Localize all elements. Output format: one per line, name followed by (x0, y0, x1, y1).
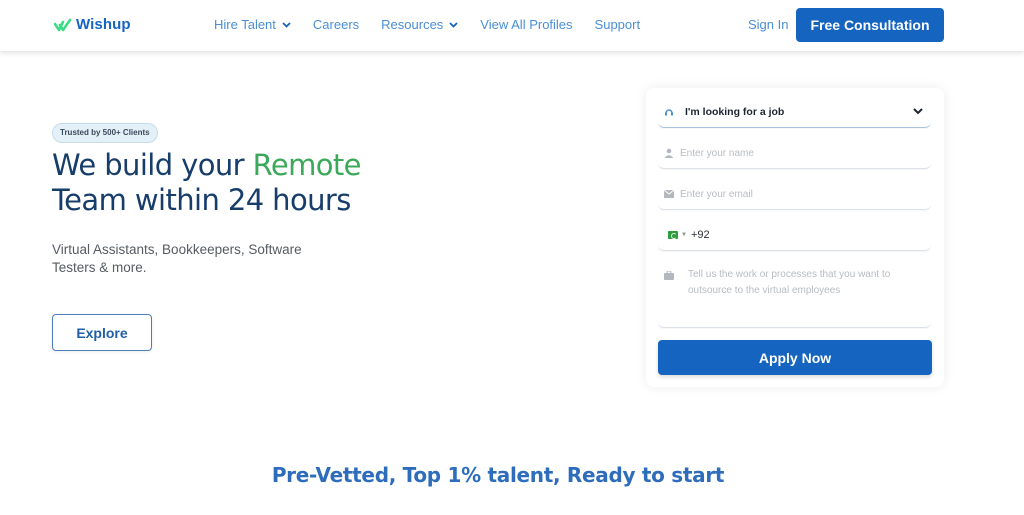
site-header: Wishup Hire Talent Careers Resources Vie… (0, 0, 1024, 51)
message-input[interactable] (688, 267, 928, 307)
headset-icon (663, 106, 675, 118)
country-flag-icon[interactable] (668, 231, 678, 239)
nav-support[interactable]: Support (595, 17, 641, 32)
section-title: Pre-Vetted, Top 1% talent, Ready to star… (271, 463, 725, 487)
hero-title-part2: Team within 24 hours (52, 183, 351, 217)
caret-down-icon[interactable]: ▼ (681, 232, 687, 238)
name-field[interactable] (658, 138, 931, 169)
apply-now-button[interactable]: Apply Now (658, 340, 932, 375)
nav-support-label: Support (594, 17, 641, 32)
name-input[interactable] (680, 147, 920, 159)
hero-subtitle: Virtual Assistants, Bookkeepers, Softwar… (52, 242, 302, 275)
briefcase-icon (663, 269, 675, 281)
nav-careers-label: Careers (312, 17, 360, 32)
hero-title-accent: Remote (252, 148, 362, 182)
logo-text: Wishup (76, 16, 131, 33)
intent-select[interactable]: I'm looking for a job (658, 96, 931, 128)
nav-hire-talent-label: Hire Talent (214, 17, 276, 32)
trust-badge: Trusted by 500+ Clients (52, 123, 158, 143)
nav-hire-talent[interactable]: Hire Talent (214, 17, 291, 32)
logo[interactable]: Wishup (54, 16, 131, 33)
hero-title: We build your Remote Team within 24 hour… (52, 148, 361, 218)
nav-view-all-profiles[interactable]: View All Profiles (480, 17, 572, 32)
chevron-down-icon (449, 21, 458, 28)
nav-careers[interactable]: Careers (313, 17, 359, 32)
envelope-icon (663, 188, 675, 200)
main-nav: Hire Talent Careers Resources View All P… (214, 17, 662, 32)
chevron-down-icon (282, 21, 291, 28)
email-input[interactable] (680, 188, 920, 200)
sign-in-link[interactable]: Sign In (748, 17, 788, 32)
explore-button[interactable]: Explore (52, 314, 152, 351)
nav-resources-label: Resources (381, 17, 444, 32)
hero-title-part1: We build your (52, 148, 253, 182)
message-field[interactable] (658, 261, 931, 328)
wishup-logo-icon (54, 18, 72, 31)
nav-view-all-profiles-label: View All Profiles (480, 17, 573, 32)
phone-field[interactable]: ▼ +92 (658, 220, 931, 251)
free-consultation-button[interactable]: Free Consultation (796, 8, 944, 42)
lead-form: I'm looking for a job ▼ +92 Apply Now (646, 88, 944, 387)
intent-select-value: I'm looking for a job (685, 105, 785, 118)
email-field[interactable] (658, 179, 931, 210)
user-icon (663, 147, 675, 159)
nav-resources[interactable]: Resources (381, 17, 458, 32)
phone-country-code: +92 (690, 229, 710, 241)
chevron-down-icon (913, 108, 923, 115)
